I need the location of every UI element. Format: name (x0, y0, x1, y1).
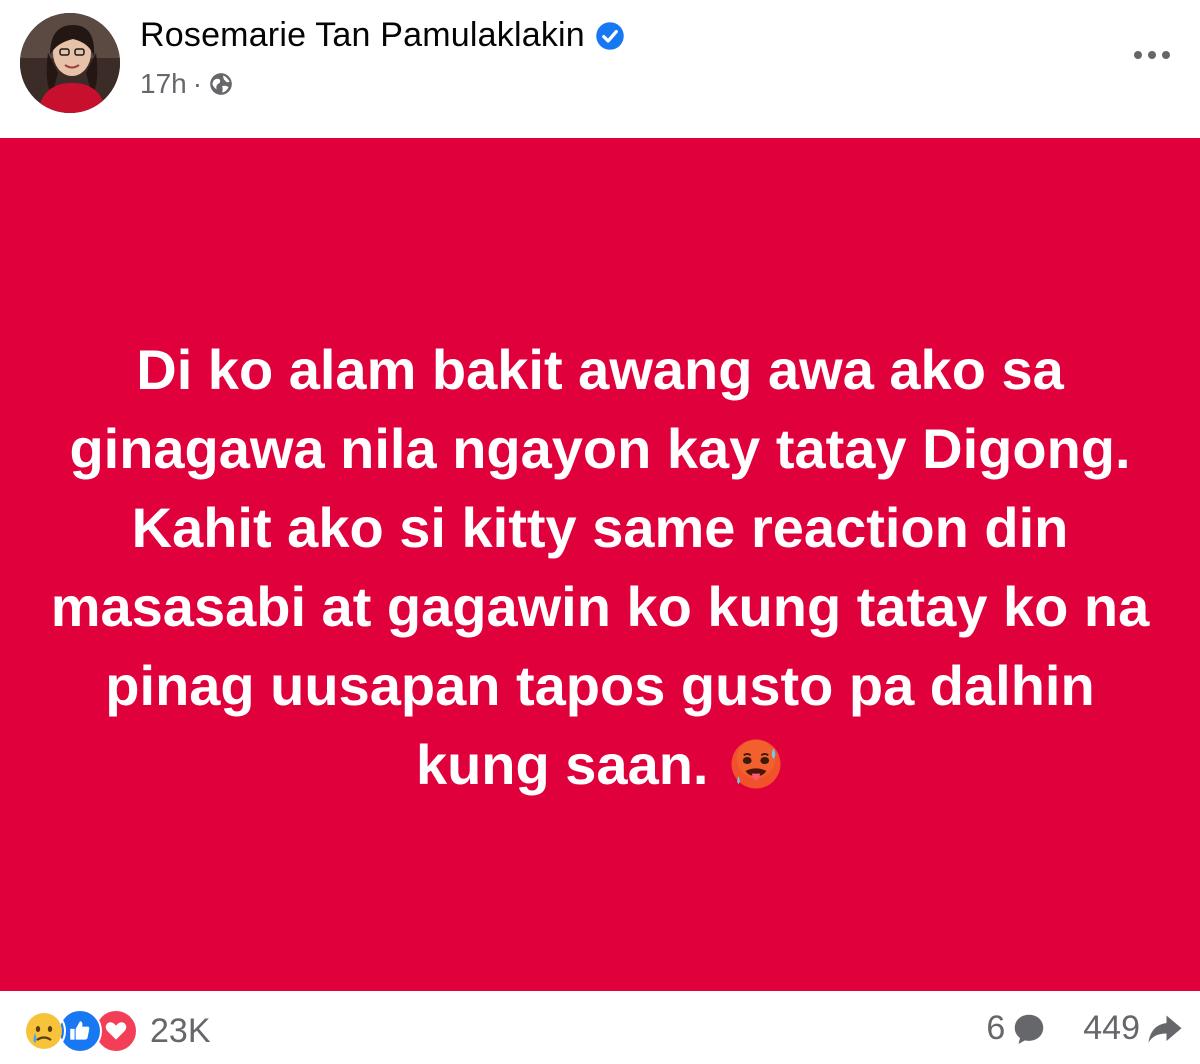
post-text-background: Di ko alam bakit awang awa ako sa ginaga… (0, 138, 1200, 991)
globe-icon[interactable] (208, 71, 234, 97)
sad-reaction-icon (22, 1009, 66, 1053)
comments-count: 6 (986, 1009, 1006, 1047)
post-text-block: Di ko alam bakit awang awa ako sa ginaga… (40, 330, 1160, 804)
more-options-button[interactable] (1130, 40, 1174, 70)
facebook-post: Rosemarie Tan Pamulaklakin 17h · Di ko a… (0, 0, 1200, 1064)
verified-badge-icon (596, 21, 624, 50)
author-line: Rosemarie Tan Pamulaklakin (140, 16, 625, 55)
reaction-count[interactable]: 23K (150, 1012, 211, 1051)
post-text: Di ko alam bakit awang awa ako sa ginaga… (50, 337, 1150, 796)
hot-face-emoji (731, 739, 781, 788)
reactions-summary[interactable]: 23K (22, 1009, 211, 1053)
author-name[interactable]: Rosemarie Tan Pamulaklakin (140, 16, 585, 55)
post-time[interactable]: 17h (140, 68, 187, 100)
engagement-stats: 6 449 (986, 1009, 1184, 1048)
avatar[interactable] (20, 13, 120, 113)
more-options-icon (1134, 51, 1170, 59)
shares-stat[interactable]: 449 (1083, 1009, 1184, 1048)
comments-stat[interactable]: 6 (986, 1009, 1047, 1048)
meta-separator: · (192, 68, 203, 99)
comment-icon (1015, 1014, 1044, 1044)
post-header: Rosemarie Tan Pamulaklakin 17h · (0, 0, 1200, 138)
post-footer: 23K 6 449 (0, 991, 1200, 1064)
shares-count: 449 (1083, 1009, 1140, 1047)
share-icon (1148, 1015, 1182, 1042)
post-meta: 17h · (140, 68, 234, 100)
